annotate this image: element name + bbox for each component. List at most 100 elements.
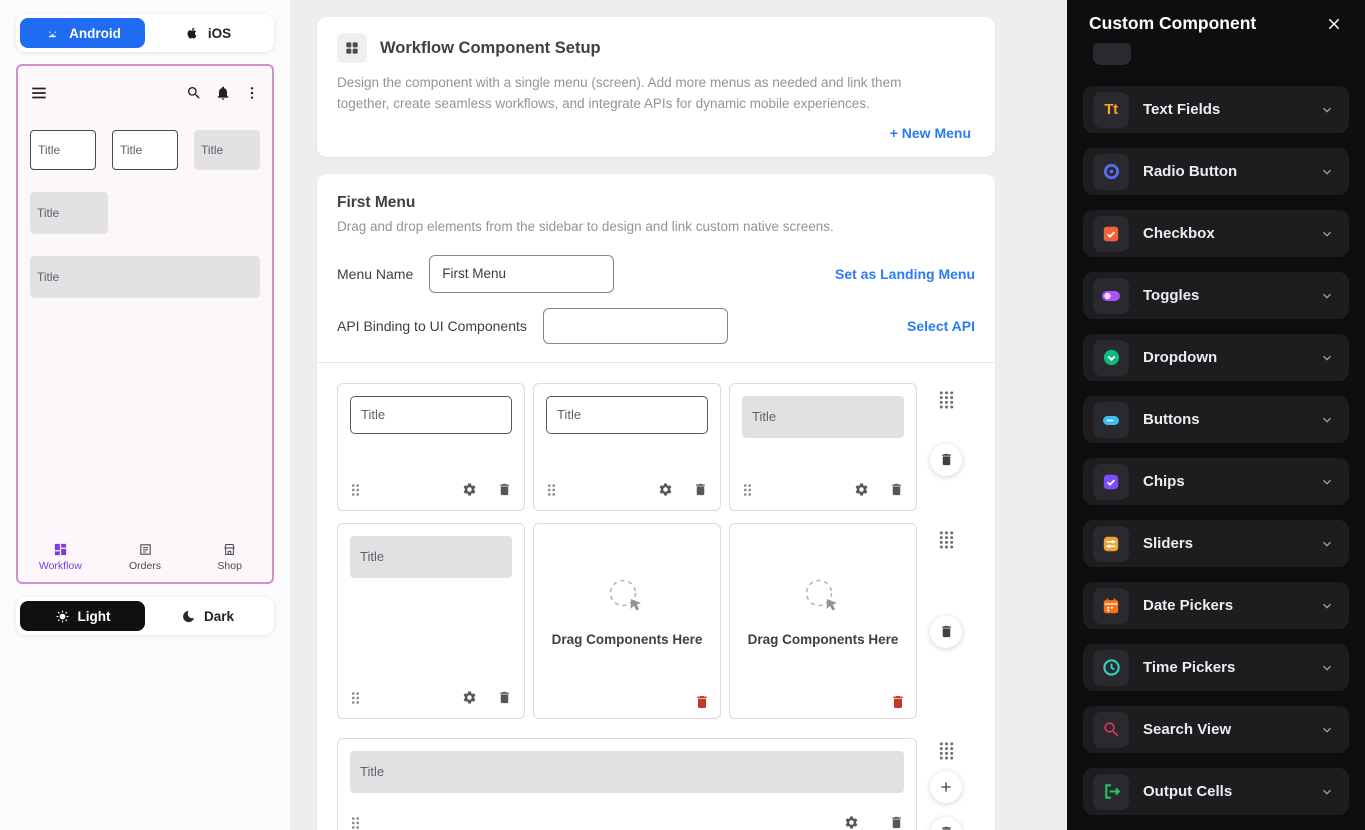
row-drag-handle-icon[interactable] [938,389,955,410]
close-icon[interactable] [1325,15,1343,33]
settings-button[interactable] [462,482,477,497]
row-delete-button[interactable] [930,444,962,476]
settings-button[interactable] [658,482,673,497]
gear-icon [854,482,869,497]
chevron-down-icon[interactable] [1319,288,1335,304]
sidebar-item-buttons[interactable]: Buttons [1083,396,1349,443]
bell-icon[interactable] [215,85,231,101]
sidebar-item-search-view[interactable]: Search View [1083,706,1349,753]
light-theme-button[interactable]: Light [20,601,145,631]
drag-handle-icon[interactable] [350,482,361,498]
gear-icon [658,482,673,497]
delete-button[interactable] [497,690,512,705]
sidebar-item-time-pickers[interactable]: Time Pickers [1083,644,1349,691]
chevron-down-icon[interactable] [1319,660,1335,676]
menu-card: First Menu Drag and drop elements from t… [317,174,995,830]
preview-title-field: Title [194,130,260,170]
title-field[interactable]: Title [742,396,904,438]
title-field[interactable]: Title [350,536,512,578]
nav-label: Shop [217,560,242,572]
trash-icon [889,815,904,830]
drag-handle-icon[interactable] [350,815,361,830]
moon-icon [181,609,196,624]
component-card: Title [533,383,721,511]
component-card: Title [337,523,525,719]
dark-theme-button[interactable]: Dark [145,601,270,631]
sidebar-item-sliders[interactable]: Sliders [1083,520,1349,567]
new-menu-button[interactable]: + New Menu [890,125,971,141]
nav-item-workflow[interactable]: Workflow [18,542,103,572]
chevron-down-icon[interactable] [1319,722,1335,738]
add-row-button[interactable] [930,771,962,803]
nav-item-shop[interactable]: Shop [187,542,272,572]
android-toggle-button[interactable]: Android [20,18,145,48]
setup-card: Workflow Component Setup Design the comp… [317,17,995,157]
settings-button[interactable] [854,482,869,497]
chevron-down-icon[interactable] [1319,598,1335,614]
select-api-button[interactable]: Select API [907,318,975,334]
sidebar-item-dropdown[interactable]: Dropdown [1083,334,1349,381]
delete-button[interactable] [497,482,512,497]
nav-label: Orders [129,560,161,572]
ios-toggle-button[interactable]: iOS [145,18,270,48]
sidebar-item-checkbox[interactable]: Checkbox [1083,210,1349,257]
drag-handle-icon[interactable] [742,482,753,498]
delete-drop-zone-button[interactable] [890,694,906,710]
kebab-menu-icon[interactable] [244,85,260,101]
title-field[interactable]: Title [546,396,708,434]
row-delete-button[interactable] [930,817,962,830]
chevron-down-icon[interactable] [1319,350,1335,366]
set-landing-menu-button[interactable]: Set as Landing Menu [835,266,975,282]
sidebar-item-radio-button[interactable]: Radio Button [1083,148,1349,195]
chevron-down-icon[interactable] [1319,412,1335,428]
nav-item-orders[interactable]: Orders [103,542,188,572]
sidebar-item-date-pickers[interactable]: Date Pickers [1083,582,1349,629]
row-drag-handle-icon[interactable] [938,740,955,761]
sidebar-item-output-cells[interactable]: Output Cells [1083,768,1349,815]
drag-handle-icon[interactable] [350,690,361,706]
settings-button[interactable] [462,690,477,705]
sidebar-item-text-fields[interactable]: Tt Text Fields [1083,86,1349,133]
drop-zone[interactable]: Drag Components Here [533,523,721,719]
component-card: Title [337,738,917,830]
api-binding-input[interactable] [543,308,728,344]
drag-handle-icon[interactable] [546,482,557,498]
api-binding-label: API Binding to UI Components [337,318,527,334]
title-field[interactable]: Title [350,396,512,434]
row-delete-button[interactable] [930,616,962,648]
scrolled-item-fragment [1093,43,1131,65]
chevron-down-icon[interactable] [1319,226,1335,242]
delete-button[interactable] [693,482,708,497]
chevron-down-icon[interactable] [1319,474,1335,490]
chevron-down-icon[interactable] [1319,784,1335,800]
sidebar-item-toggles[interactable]: Toggles [1083,272,1349,319]
drop-zone-hint: Drag Components Here [552,632,703,647]
chevron-down-icon[interactable] [1319,164,1335,180]
delete-button[interactable] [889,482,904,497]
menu-name-input[interactable] [429,255,614,293]
shop-storefront-icon [222,542,237,557]
output-cells-icon [1093,774,1129,810]
chevron-down-icon[interactable] [1319,536,1335,552]
text-fields-icon: Tt [1093,92,1129,128]
radio-button-icon [1093,154,1129,190]
delete-button[interactable] [889,815,904,830]
drop-zone[interactable]: Drag Components Here [729,523,917,719]
chevron-down-icon[interactable] [1319,102,1335,118]
row-drag-handle-icon[interactable] [938,529,955,550]
preview-title-field: Title [30,256,260,298]
page-title: Workflow Component Setup [380,39,601,58]
trash-icon [939,624,954,639]
nav-label: Workflow [39,560,82,572]
hamburger-menu-icon[interactable] [30,84,48,102]
phone-preview: Title Title Title Title Title Workflow O… [16,64,274,584]
settings-button[interactable] [844,815,859,830]
title-field[interactable]: Title [350,751,904,793]
orders-list-icon [138,542,153,557]
preview-title-field: Title [30,192,108,234]
sidebar-item-chips[interactable]: Chips [1083,458,1349,505]
delete-drop-zone-button[interactable] [694,694,710,710]
search-icon[interactable] [186,85,202,101]
slider-icon [1093,526,1129,562]
custom-component-sidebar: Custom Component Tt Text Fields Radio Bu… [1067,0,1365,830]
